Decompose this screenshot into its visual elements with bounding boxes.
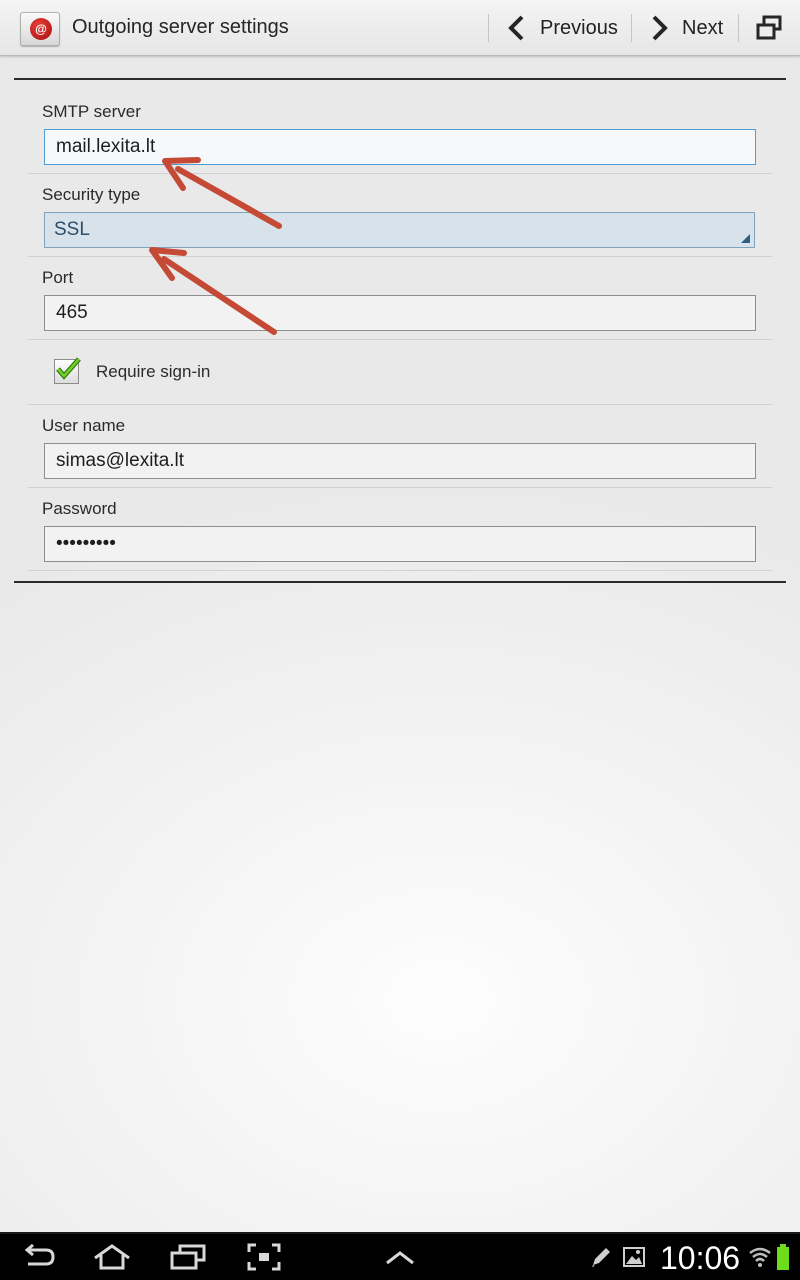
pencil-icon — [592, 1248, 610, 1267]
picture-icon — [623, 1247, 645, 1267]
annotation-arrow-smtp — [162, 157, 282, 229]
image-notification[interactable] — [622, 1234, 646, 1280]
status-clock: 10:06 — [660, 1240, 741, 1276]
back-button[interactable] — [22, 1234, 56, 1280]
pen-notification[interactable] — [590, 1234, 612, 1280]
row-divider — [28, 404, 772, 405]
username-label: User name — [42, 416, 126, 435]
home-button[interactable] — [92, 1234, 132, 1280]
row-divider — [28, 570, 772, 571]
bottom-divider — [14, 581, 786, 583]
recent-apps-icon — [170, 1244, 206, 1270]
system-navigation-bar: 10:06 — [0, 1232, 800, 1280]
recent-apps-button[interactable] — [170, 1234, 206, 1280]
wifi-icon — [749, 1247, 771, 1267]
mini-apps-tray-button[interactable] — [384, 1234, 416, 1280]
password-label: Password — [42, 499, 117, 518]
annotation-arrow-security — [149, 247, 277, 335]
annotation-arrows — [149, 157, 282, 335]
battery-icon — [777, 1244, 789, 1270]
battery-indicator — [776, 1234, 790, 1280]
screenshot-button[interactable] — [247, 1234, 281, 1280]
screenshot-icon — [247, 1243, 281, 1271]
wifi-indicator — [748, 1234, 772, 1280]
row-divider — [28, 487, 772, 488]
home-icon — [94, 1244, 130, 1270]
username-input[interactable] — [44, 443, 756, 479]
back-icon — [24, 1244, 55, 1266]
password-input[interactable] — [44, 526, 756, 562]
chevron-up-icon — [386, 1251, 414, 1265]
